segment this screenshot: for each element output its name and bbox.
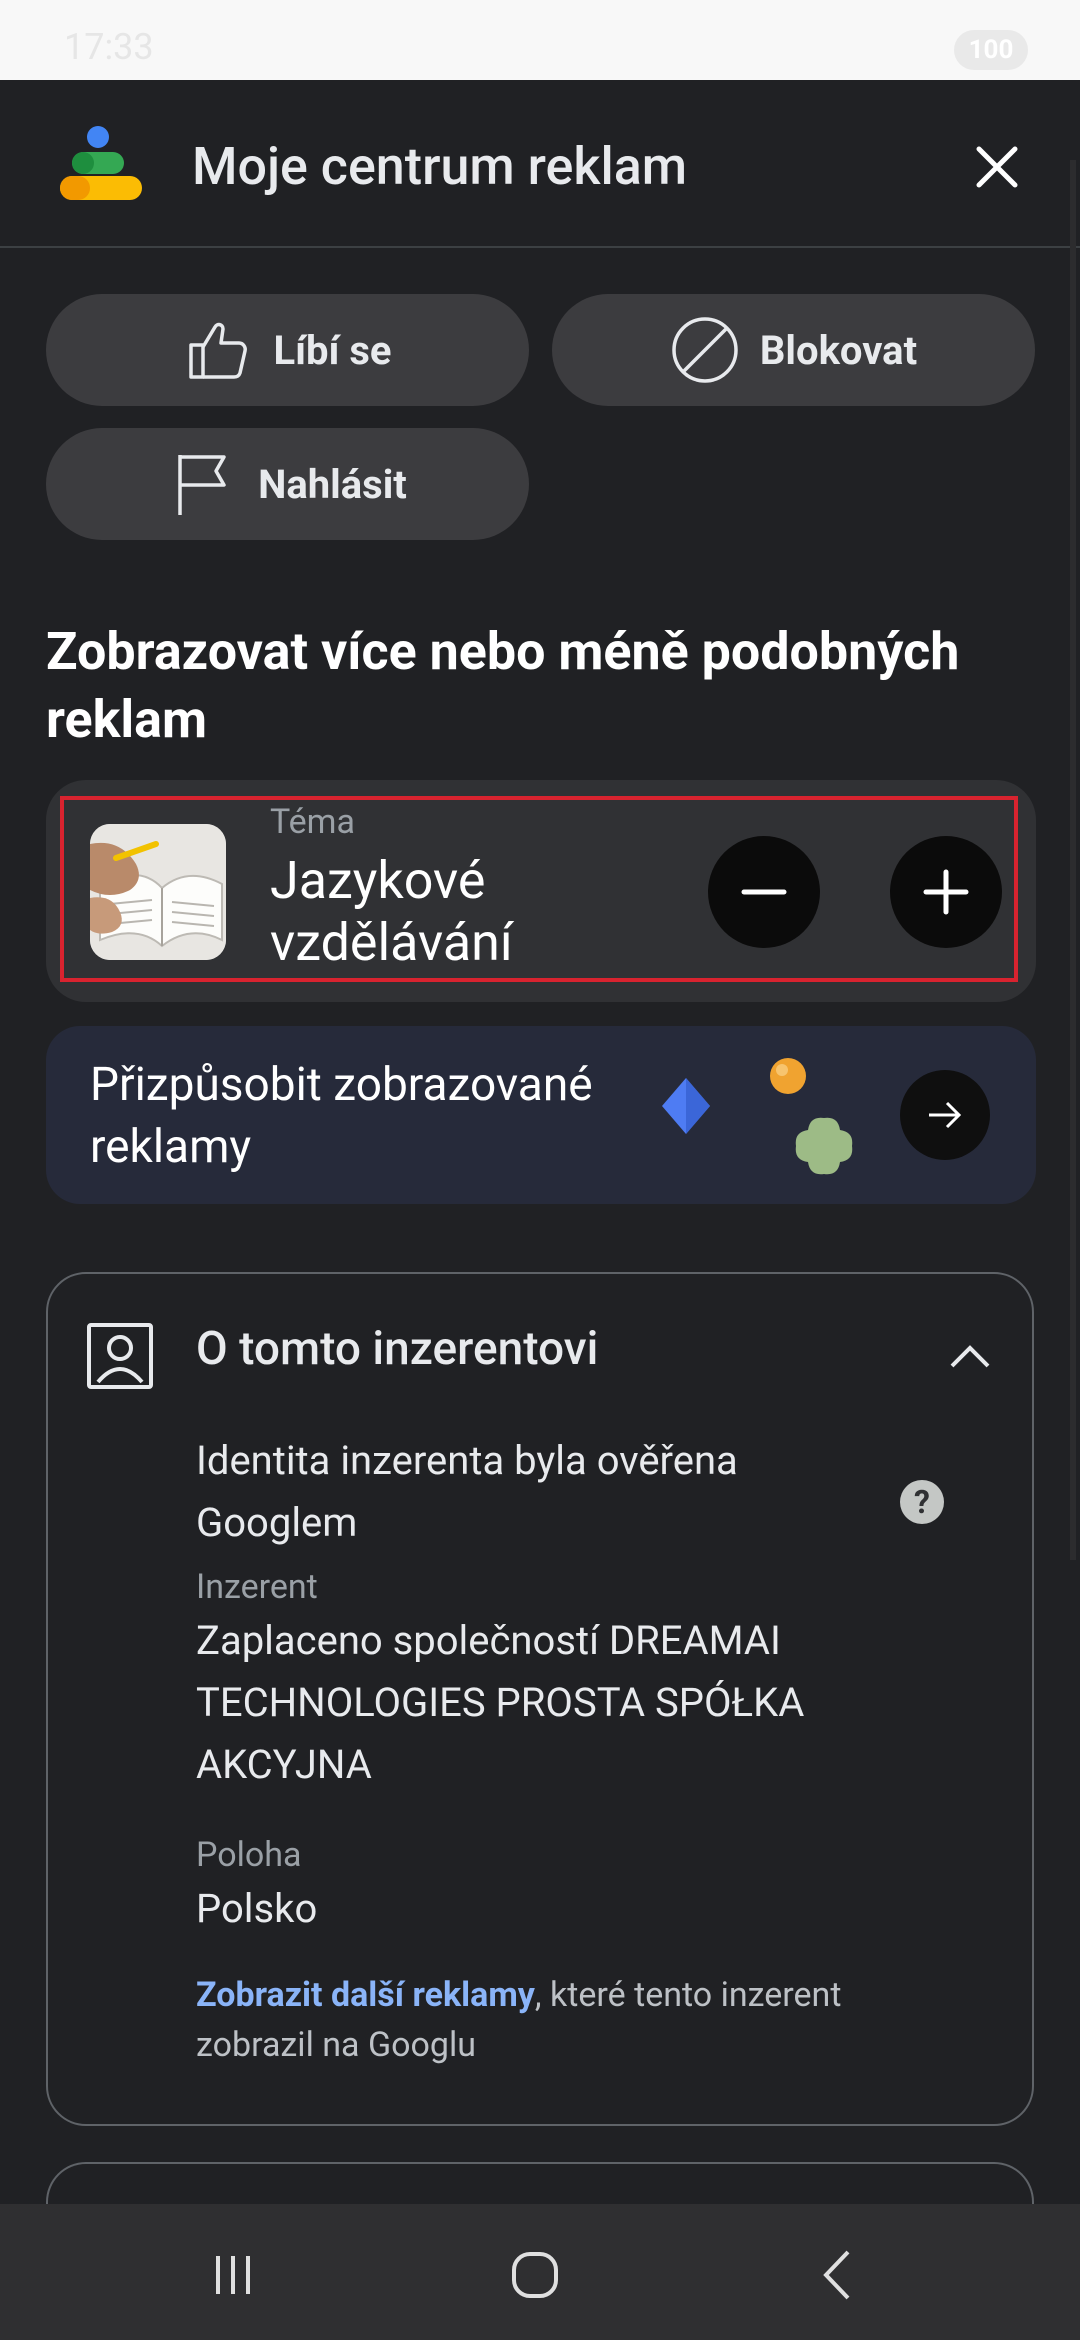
flag-icon — [178, 455, 226, 515]
topic-thumbnail — [90, 824, 226, 960]
customize-arrow-button[interactable] — [900, 1070, 990, 1160]
advertiser-label: Inzerent — [196, 1567, 318, 1607]
block-icon — [672, 317, 738, 383]
location-value: Polsko — [196, 1885, 318, 1932]
status-time: 17:33 — [64, 26, 154, 68]
battery-indicator: 100 — [954, 30, 1028, 70]
advertiser-value: Zaplaceno společností DREAMAI TECHNOLOGI… — [196, 1617, 805, 1788]
orange-ball-icon — [770, 1058, 806, 1094]
chevron-up-icon[interactable] — [942, 1328, 998, 1384]
block-button[interactable]: Blokovat — [552, 294, 1035, 406]
plus-icon — [923, 869, 969, 915]
scrollbar[interactable] — [1070, 160, 1076, 1560]
customize-ads-card[interactable]: Přizpůsobit zobrazované reklamy — [46, 1026, 1036, 1204]
topic-value: Jazykové vzdělávání — [270, 850, 513, 973]
close-icon[interactable] — [962, 132, 1032, 202]
report-button[interactable]: Nahlásit — [46, 428, 529, 540]
like-button[interactable]: Líbí se — [46, 294, 529, 406]
book-image-icon — [90, 824, 226, 960]
arrow-right-icon — [929, 1101, 962, 1129]
report-label: Nahlásit — [258, 460, 407, 508]
green-blob-icon — [795, 1117, 853, 1175]
minus-icon — [741, 889, 787, 895]
topic-card: Téma Jazykové vzdělávání — [46, 780, 1036, 1002]
like-label: Líbí se — [273, 326, 392, 374]
diamond-shape-icon — [662, 1078, 710, 1134]
block-label: Blokovat — [759, 326, 918, 374]
thumbs-up-icon — [189, 322, 248, 379]
help-icon[interactable]: ? — [900, 1480, 944, 1524]
recent-apps-icon[interactable] — [198, 2240, 268, 2310]
status-bar: 17:33 100 — [0, 0, 1080, 80]
navigation-bar — [0, 2204, 1080, 2340]
more-ads-text: Zobrazit další reklamy, které tento inze… — [196, 1970, 936, 2070]
customize-ads-label: Přizpůsobit zobrazované reklamy — [90, 1058, 593, 1174]
section-title: Zobrazovat více nebo méně podobných rekl… — [46, 621, 960, 750]
show-more-button[interactable] — [890, 836, 1002, 948]
more-ads-link[interactable]: Zobrazit další reklamy — [196, 1975, 535, 2015]
advertiser-title: O tomto inzerentovi — [196, 1322, 599, 1376]
advertiser-details: Identita inzerenta byla ověřena Googlem … — [196, 1430, 896, 2070]
header: Moje centrum reklam — [0, 80, 1080, 248]
verified-text: Identita inzerenta byla ověřena Googlem — [196, 1437, 738, 1546]
topic-label: Téma — [270, 802, 355, 842]
my-ad-center-logo — [60, 126, 142, 200]
person-icon — [87, 1323, 153, 1389]
location-label: Poloha — [196, 1835, 302, 1875]
page-title: Moje centrum reklam — [192, 136, 688, 197]
advertiser-card: O tomto inzerentovi Identita inzerenta b… — [46, 1272, 1034, 2126]
home-icon[interactable] — [500, 2240, 570, 2310]
back-icon[interactable] — [804, 2240, 874, 2310]
show-fewer-button[interactable] — [708, 836, 820, 948]
